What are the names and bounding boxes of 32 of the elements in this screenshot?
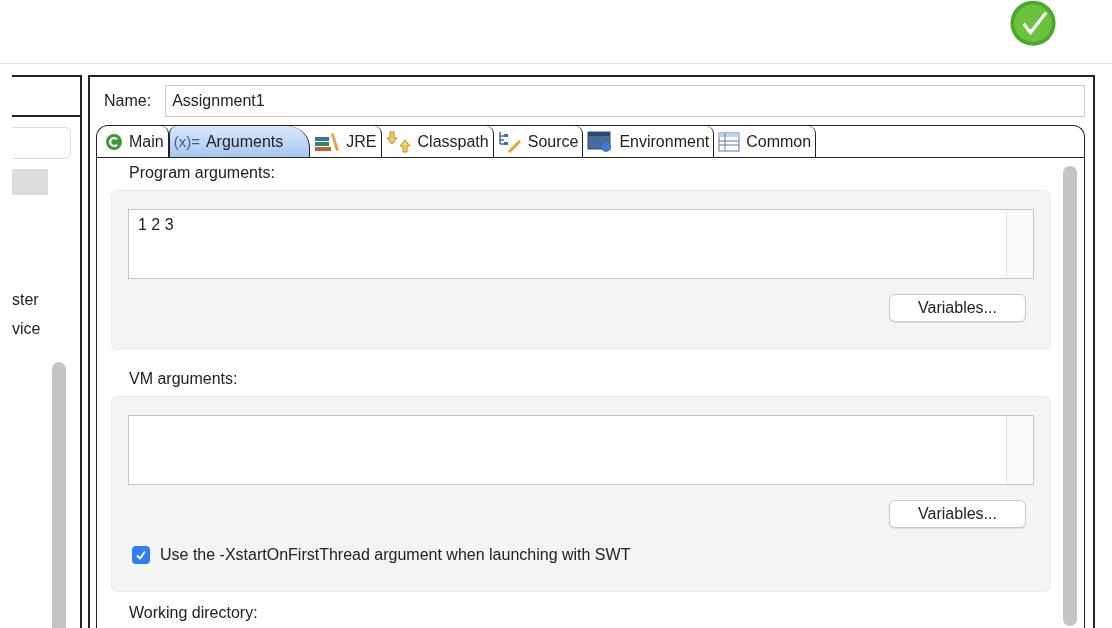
variables-button[interactable]: Variables...: [889, 294, 1026, 322]
books-icon: [314, 131, 341, 152]
tree-pencil-icon: [497, 130, 522, 153]
vm-arguments-label: VM arguments:: [128, 370, 239, 389]
filter-field[interactable]: [12, 127, 71, 159]
row-highlight: [12, 169, 48, 195]
table-icon: [718, 131, 741, 152]
tree-item[interactable]: ster: [12, 285, 46, 314]
tab[interactable]: Common: [714, 126, 817, 157]
program-arguments-field[interactable]: 1 2 3: [128, 209, 1034, 279]
tab[interactable]: Classpath: [381, 126, 494, 157]
name-field[interactable]: Assignment1: [165, 85, 1085, 117]
working-directory-label: Working directory:: [128, 604, 259, 623]
tab[interactable]: JRE: [310, 126, 382, 157]
vm-arguments-field[interactable]: [128, 415, 1034, 485]
tab[interactable]: Environment: [583, 126, 715, 157]
window-globe-icon: [587, 130, 614, 153]
tab[interactable]: Main: [101, 126, 169, 157]
checkbox[interactable]: [132, 546, 150, 564]
c-circle-icon: [105, 132, 123, 151]
variable-icon: (x)=: [173, 133, 200, 150]
scrollbar-thumb[interactable]: [1063, 166, 1077, 626]
scrollbar-thumb[interactable]: [52, 362, 66, 628]
arrows-icon: [385, 130, 412, 153]
tree-item[interactable]: vice: [12, 314, 46, 343]
name-label: Name:: [104, 92, 152, 110]
tab[interactable]: Source: [493, 126, 584, 157]
variables-button[interactable]: Variables...: [889, 500, 1026, 528]
tab[interactable]: (x)= Arguments: [168, 126, 311, 157]
checkmark-icon: [135, 549, 147, 561]
checkbox-label: Use the -XstartOnFirstThread argument when launching with SWT: [160, 546, 631, 564]
program-arguments-label: Program arguments:: [128, 164, 276, 183]
